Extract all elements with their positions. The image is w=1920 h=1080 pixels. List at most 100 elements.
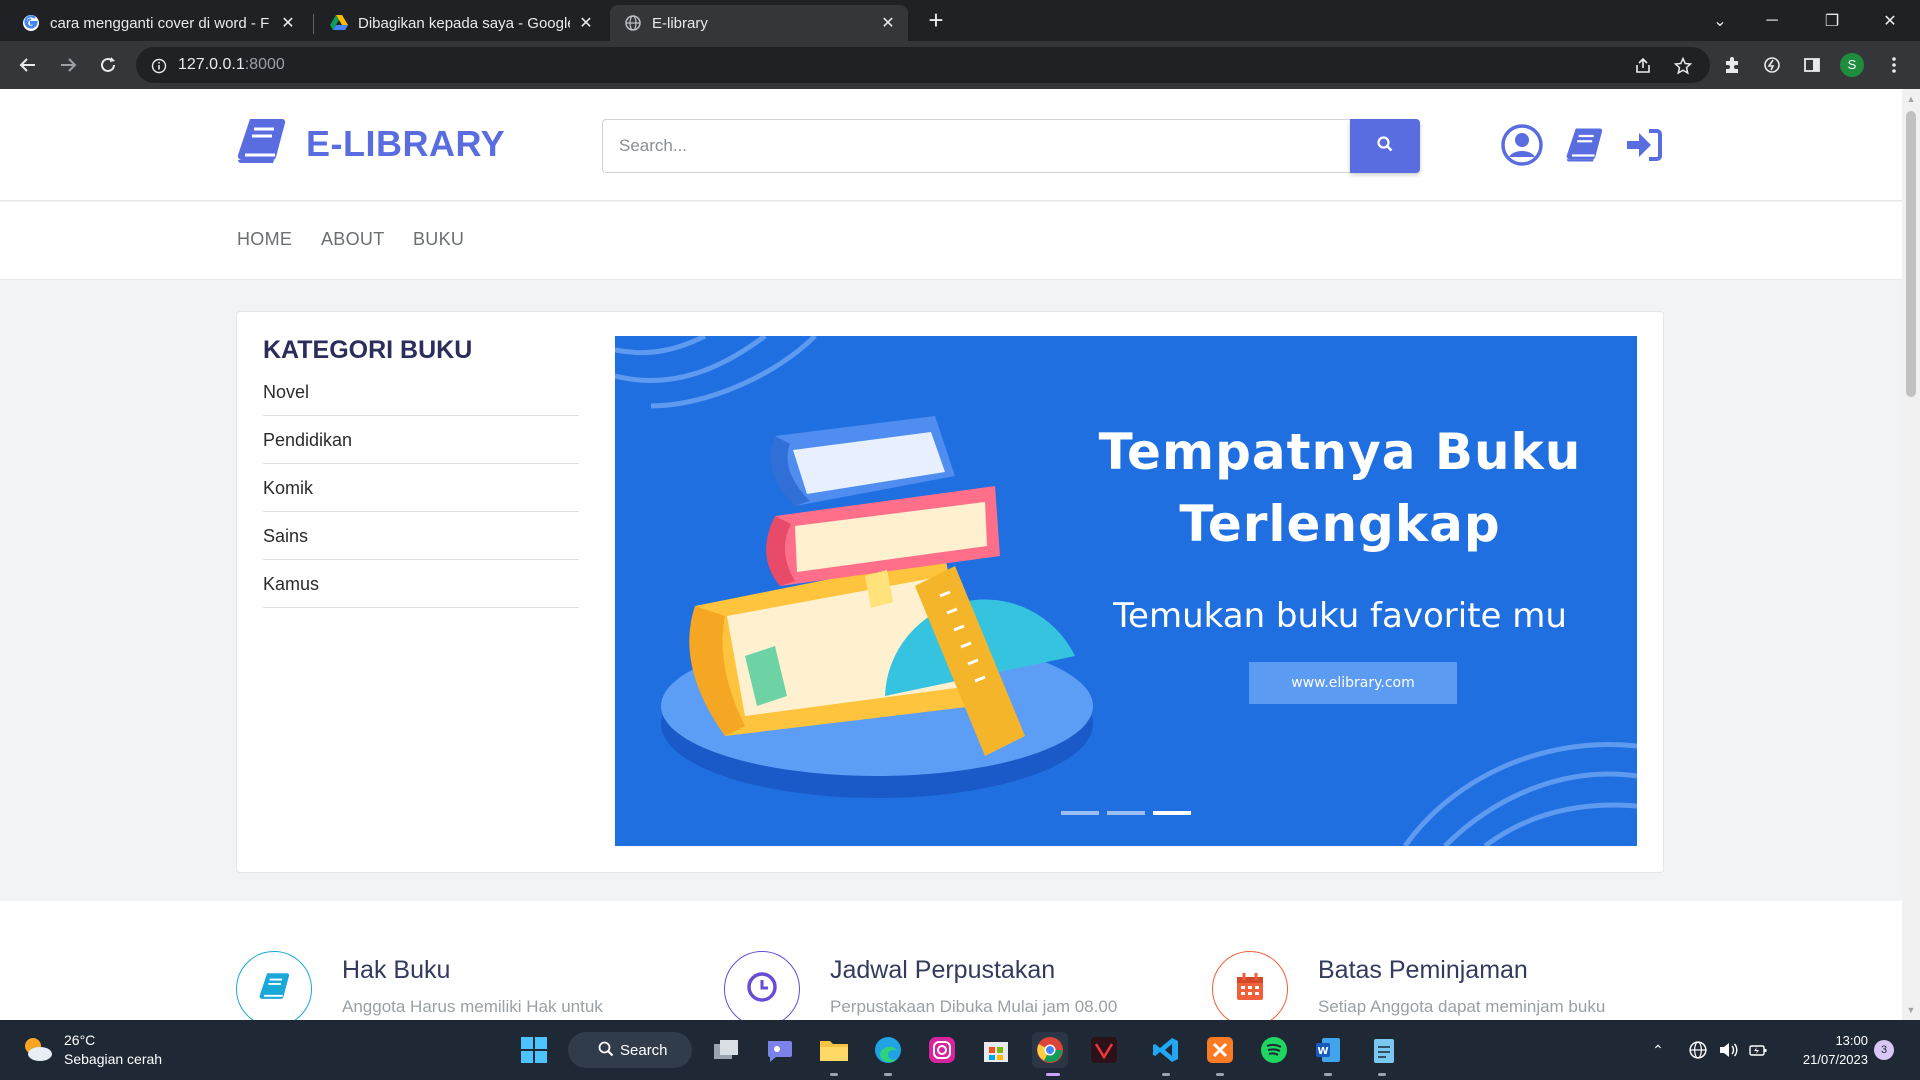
teams-chat-icon[interactable]: [762, 1032, 798, 1068]
browser-tab[interactable]: cara mengganti cover di word - F ✕: [8, 5, 308, 41]
vivaldi-icon[interactable]: [1086, 1032, 1122, 1068]
category-list: Novel Pendidikan Komik Sains Kamus: [263, 368, 579, 608]
side-panel-icon[interactable]: [1800, 53, 1824, 77]
feature-text: Setiap Anggota dapat meminjam buku: [1318, 997, 1606, 1016]
running-indicator: [1216, 1073, 1224, 1076]
category-item[interactable]: Pendidikan: [263, 416, 579, 464]
page-scrollbar[interactable]: ▲ ▼: [1902, 89, 1920, 1020]
file-explorer-icon[interactable]: [816, 1032, 852, 1068]
task-view-icon[interactable]: [708, 1032, 744, 1068]
bookmark-star-icon[interactable]: [1672, 55, 1694, 77]
category-item[interactable]: Novel: [263, 368, 579, 416]
book-icon: [258, 972, 290, 1007]
chrome-icon[interactable]: [1032, 1032, 1068, 1068]
sign-in-icon[interactable]: [1622, 123, 1666, 167]
chevron-up-icon[interactable]: ⌃: [1646, 1038, 1670, 1062]
running-indicator: [1324, 1073, 1332, 1076]
banner-carousel[interactable]: Tempatnya Buku Terlengkap Temukan buku f…: [615, 336, 1637, 846]
search-input[interactable]: [602, 119, 1350, 173]
carousel-indicator[interactable]: [1061, 811, 1099, 815]
vscode-icon[interactable]: [1148, 1032, 1184, 1068]
carousel-indicator[interactable]: [1107, 811, 1145, 815]
book-logo-icon: [236, 117, 286, 170]
close-window-button[interactable]: ✕: [1866, 0, 1914, 41]
battery-icon[interactable]: [1746, 1038, 1770, 1062]
categories-title: KATEGORI BUKU: [263, 336, 473, 364]
close-tab-icon[interactable]: ✕: [576, 13, 596, 33]
minimize-button[interactable]: ─: [1748, 0, 1796, 41]
search-button[interactable]: [1350, 119, 1420, 173]
page-viewport: E-LIBRARY HOME ABOUT BUKU KATEGORI BUKU …: [0, 89, 1902, 1020]
clock-time: 13:00: [1835, 1033, 1868, 1048]
browser-menu-icon[interactable]: [1882, 53, 1906, 77]
share-icon[interactable]: [1632, 55, 1654, 77]
category-item[interactable]: Kamus: [263, 560, 579, 608]
banner-heading-line1: Tempatnya Buku: [1098, 423, 1582, 481]
volume-icon[interactable]: [1716, 1038, 1740, 1062]
feature-icon-circle: [236, 951, 312, 1020]
reload-icon[interactable]: [92, 49, 124, 81]
running-indicator: [884, 1073, 892, 1076]
books-illustration: [661, 416, 1093, 798]
calendar-icon: [1234, 971, 1266, 1008]
notepad-icon[interactable]: [1366, 1032, 1402, 1068]
windows-taskbar: 26°C Sebagian cerah Search W ⌃ 13:00 21/…: [0, 1020, 1920, 1080]
xampp-icon[interactable]: [1202, 1032, 1238, 1068]
extension-icon[interactable]: [1760, 53, 1784, 77]
nav-home[interactable]: HOME: [237, 229, 292, 250]
notification-badge[interactable]: 3: [1874, 1040, 1894, 1060]
address-bar[interactable]: 127.0.0.1:8000: [136, 47, 1710, 83]
feature-icon-circle: [724, 951, 800, 1020]
weather-partly-sunny-icon[interactable]: [20, 1034, 54, 1069]
restore-button[interactable]: ❐: [1808, 0, 1856, 41]
category-item[interactable]: Komik: [263, 464, 579, 512]
weather-description[interactable]: Sebagian cerah: [64, 1051, 162, 1067]
banner-heading: Tempatnya Buku Terlengkap: [1085, 416, 1595, 560]
microsoft-store-icon[interactable]: [978, 1032, 1014, 1068]
book-icon[interactable]: [1562, 123, 1606, 167]
spotify-icon[interactable]: [1256, 1032, 1292, 1068]
category-item[interactable]: Sains: [263, 512, 579, 560]
site-info-icon[interactable]: [148, 55, 170, 77]
tab-search-chevron-icon[interactable]: ⌄: [1696, 0, 1744, 41]
banner-url-button[interactable]: www.elibrary.com: [1249, 662, 1457, 704]
scroll-down-arrow-icon[interactable]: ▼: [1902, 1002, 1920, 1018]
clock-date: 21/07/2023: [1802, 1052, 1868, 1067]
feature-icon-circle: [1212, 951, 1288, 1020]
scroll-up-arrow-icon[interactable]: ▲: [1902, 91, 1920, 107]
site-logo[interactable]: E-LIBRARY: [236, 117, 505, 170]
instagram-icon[interactable]: [924, 1032, 960, 1068]
back-arrow-icon[interactable]: [12, 49, 44, 81]
browser-tab[interactable]: Dibagikan kepada saya - Google ✕: [316, 5, 606, 41]
svg-text:W: W: [1317, 1046, 1328, 1057]
scrollbar-thumb[interactable]: [1906, 111, 1916, 397]
windows-start-icon[interactable]: [516, 1032, 552, 1068]
url-port: :8000: [244, 56, 285, 73]
close-tab-icon[interactable]: ✕: [878, 13, 898, 33]
edge-browser-icon[interactable]: [870, 1032, 906, 1068]
active-indicator: [1046, 1073, 1060, 1076]
weather-temperature[interactable]: 26°C: [64, 1032, 95, 1048]
site-nav: HOME ABOUT BUKU: [0, 202, 1902, 280]
carousel-indicator-active[interactable]: [1153, 811, 1191, 815]
browser-tab-active[interactable]: E-library ✕: [610, 5, 908, 41]
search-icon: [598, 1041, 614, 1061]
feature-title: Batas Peminjaman: [1318, 956, 1528, 984]
nav-buku[interactable]: BUKU: [413, 229, 464, 250]
globe-icon: [624, 14, 642, 32]
system-clock[interactable]: 13:00 21/07/2023: [1780, 1031, 1868, 1069]
word-icon[interactable]: W: [1310, 1032, 1346, 1068]
close-tab-icon[interactable]: ✕: [278, 13, 298, 33]
extensions-puzzle-icon[interactable]: [1720, 53, 1744, 77]
forward-arrow-icon[interactable]: [52, 49, 84, 81]
logo-text: E-LIBRARY: [306, 122, 506, 164]
google-drive-icon: [330, 14, 348, 32]
profile-avatar[interactable]: S: [1840, 53, 1864, 77]
user-account-icon[interactable]: [1500, 123, 1544, 167]
taskbar-search-button[interactable]: Search: [568, 1032, 692, 1068]
nav-about[interactable]: ABOUT: [321, 229, 385, 250]
feature-title: Hak Buku: [342, 956, 451, 984]
feature-text: Perpustakaan Dibuka Mulai jam 08.00: [830, 997, 1118, 1016]
new-tab-button[interactable]: +: [922, 6, 950, 34]
language-globe-icon[interactable]: [1686, 1038, 1710, 1062]
